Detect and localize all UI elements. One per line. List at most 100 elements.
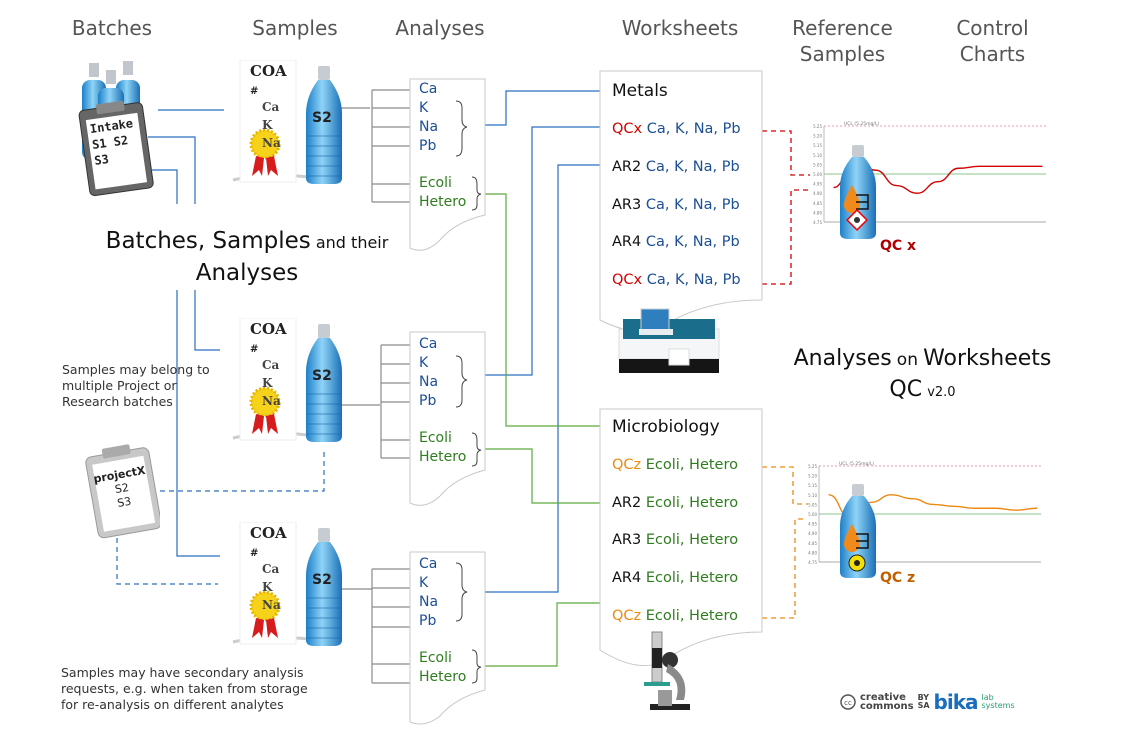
microscope-icon xyxy=(644,631,690,710)
worksheet-row[interactable]: QCx Ca, K, Na, Pb xyxy=(612,121,741,137)
analysis-item[interactable]: Ca xyxy=(419,555,466,574)
analysis-item[interactable]: Ecoli xyxy=(419,174,466,193)
row-analytes: Ca, K, Na, Pb xyxy=(645,159,740,175)
y-tick-label: 5.10 xyxy=(808,493,817,498)
data-point xyxy=(833,186,835,189)
worksheet-row[interactable]: QCx Ca, K, Na, Pb xyxy=(612,272,741,288)
analyses-list: Ca K Na Pb Ecoli Hetero xyxy=(419,80,466,212)
row-analytes: Ca, K, Na, Pb xyxy=(645,197,740,213)
y-tick-label: 5.25 xyxy=(808,464,817,469)
analysis-item[interactable]: Na xyxy=(419,118,466,137)
analysis-item[interactable]: Ecoli xyxy=(419,429,466,448)
worksheet-row[interactable]: AR4 Ecoli, Hetero xyxy=(612,570,738,586)
ucl-label: UCL (5.25mg/L) xyxy=(839,461,874,467)
y-tick-label: 4.95 xyxy=(808,522,817,527)
y-tick-label: 4.95 xyxy=(813,182,822,187)
lab-systems-text: lab systems xyxy=(982,694,1015,710)
data-point xyxy=(932,503,934,505)
worksheet-title-microbiology[interactable]: Microbiology xyxy=(612,417,720,437)
worksheet-row[interactable]: AR3 Ca, K, Na, Pb xyxy=(612,197,740,213)
data-point xyxy=(1015,509,1017,511)
analysis-item[interactable]: K xyxy=(419,99,466,118)
analysis-item[interactable]: Hetero xyxy=(419,448,466,467)
worksheet-row[interactable]: AR3 Ecoli, Hetero xyxy=(612,532,738,548)
right-title-part: Worksheets xyxy=(923,346,1052,371)
y-tick-label: 4.85 xyxy=(813,201,822,206)
by-sa-text: BY SA xyxy=(918,694,930,710)
analysis-item[interactable]: K xyxy=(419,574,466,593)
right-title-part: v2.0 xyxy=(927,385,956,400)
worksheet-row[interactable]: AR4 Ca, K, Na, Pb xyxy=(612,234,740,250)
y-tick-label: 5.25 xyxy=(813,124,822,129)
right-title: Analyses on Worksheets QC v2.0 xyxy=(770,344,1075,408)
row-id: QCx xyxy=(612,121,643,137)
row-id: AR4 xyxy=(612,234,642,250)
row-analytes: Ecoli, Hetero xyxy=(645,532,739,548)
worksheet-row[interactable]: AR2 Ca, K, Na, Pb xyxy=(612,159,740,175)
data-point xyxy=(828,494,830,496)
y-tick-label: 5.05 xyxy=(813,162,822,167)
analyses-list: Ca K Na Pb Ecoli Hetero xyxy=(419,555,466,687)
analysis-item[interactable]: Na xyxy=(419,373,466,392)
analysis-item[interactable]: Hetero xyxy=(419,193,466,212)
analysis-item[interactable]: Pb xyxy=(419,137,466,156)
data-point xyxy=(958,167,960,169)
worksheet-row[interactable]: QCz Ecoli, Hetero xyxy=(612,608,738,624)
analysis-item[interactable]: Hetero xyxy=(419,668,466,687)
row-analytes: Ca, K, Na, Pb xyxy=(645,234,740,250)
data-point xyxy=(890,494,892,496)
data-point xyxy=(994,507,996,509)
y-tick-label: 5.10 xyxy=(813,153,822,158)
reference-label-qcz[interactable]: QC z xyxy=(880,570,915,586)
data-point xyxy=(1041,165,1043,167)
right-title-part: Analyses xyxy=(793,346,892,371)
reference-bottle-qcx-icon xyxy=(840,145,876,239)
reference-label-qcx[interactable]: QC x xyxy=(880,238,916,254)
analysis-item[interactable]: K xyxy=(419,354,466,373)
right-title-part: QC xyxy=(889,377,923,402)
analysis-item[interactable]: Na xyxy=(419,593,466,612)
y-tick-label: 4.85 xyxy=(808,541,817,546)
worksheet-title-metals[interactable]: Metals xyxy=(612,81,668,101)
y-tick-label: 5.15 xyxy=(813,143,822,148)
data-point xyxy=(916,192,918,194)
y-tick-label: 4.75 xyxy=(808,560,817,565)
analysis-item[interactable]: Pb xyxy=(419,612,466,631)
y-tick-label: 5.20 xyxy=(808,474,817,479)
analysis-item[interactable]: Ca xyxy=(419,80,466,99)
analyses-list: Ca K Na Pb Ecoli Hetero xyxy=(419,335,466,467)
ucl-label: UCL (5.25mg/L) xyxy=(844,121,879,127)
y-tick-label: 4.75 xyxy=(813,220,822,225)
data-point xyxy=(895,184,897,187)
analysis-item[interactable]: Ecoli xyxy=(419,649,466,668)
y-tick-label: 5.20 xyxy=(813,134,822,139)
row-id: AR2 xyxy=(612,495,642,511)
analysis-item[interactable]: Pb xyxy=(419,392,466,411)
analysis-item[interactable]: Ca xyxy=(419,335,466,354)
row-analytes: Ecoli, Hetero xyxy=(645,495,739,511)
cc-line: commons xyxy=(860,701,914,712)
data-point xyxy=(979,165,981,167)
systems-label: systems xyxy=(981,701,1015,710)
spectrometer-icon xyxy=(618,308,720,373)
data-point xyxy=(937,181,939,183)
svg-text:cc: cc xyxy=(844,699,852,707)
reference-bottle-qcz-icon xyxy=(840,484,876,578)
data-point xyxy=(999,165,1001,167)
y-tick-label: 5.05 xyxy=(808,502,817,507)
row-id: AR3 xyxy=(612,532,642,548)
creative-commons-icon: cc xyxy=(840,694,856,710)
cc-text: creative commons xyxy=(860,693,914,712)
worksheet-row[interactable]: AR2 Ecoli, Hetero xyxy=(612,495,738,511)
row-analytes: Ca, K, Na, Pb xyxy=(646,272,741,288)
row-id: AR3 xyxy=(612,197,642,213)
row-id: QCx xyxy=(612,272,643,288)
row-analytes: Ecoli, Hetero xyxy=(645,608,738,624)
y-tick-label: 4.80 xyxy=(808,550,817,555)
row-id: AR2 xyxy=(612,159,642,175)
y-tick-label: 5.00 xyxy=(808,512,817,517)
row-analytes: Ecoli, Hetero xyxy=(645,570,739,586)
worksheet-row[interactable]: QCz Ecoli, Hetero xyxy=(612,457,738,473)
y-tick-label: 4.90 xyxy=(813,191,822,196)
bika-logo: bika xyxy=(933,690,979,714)
